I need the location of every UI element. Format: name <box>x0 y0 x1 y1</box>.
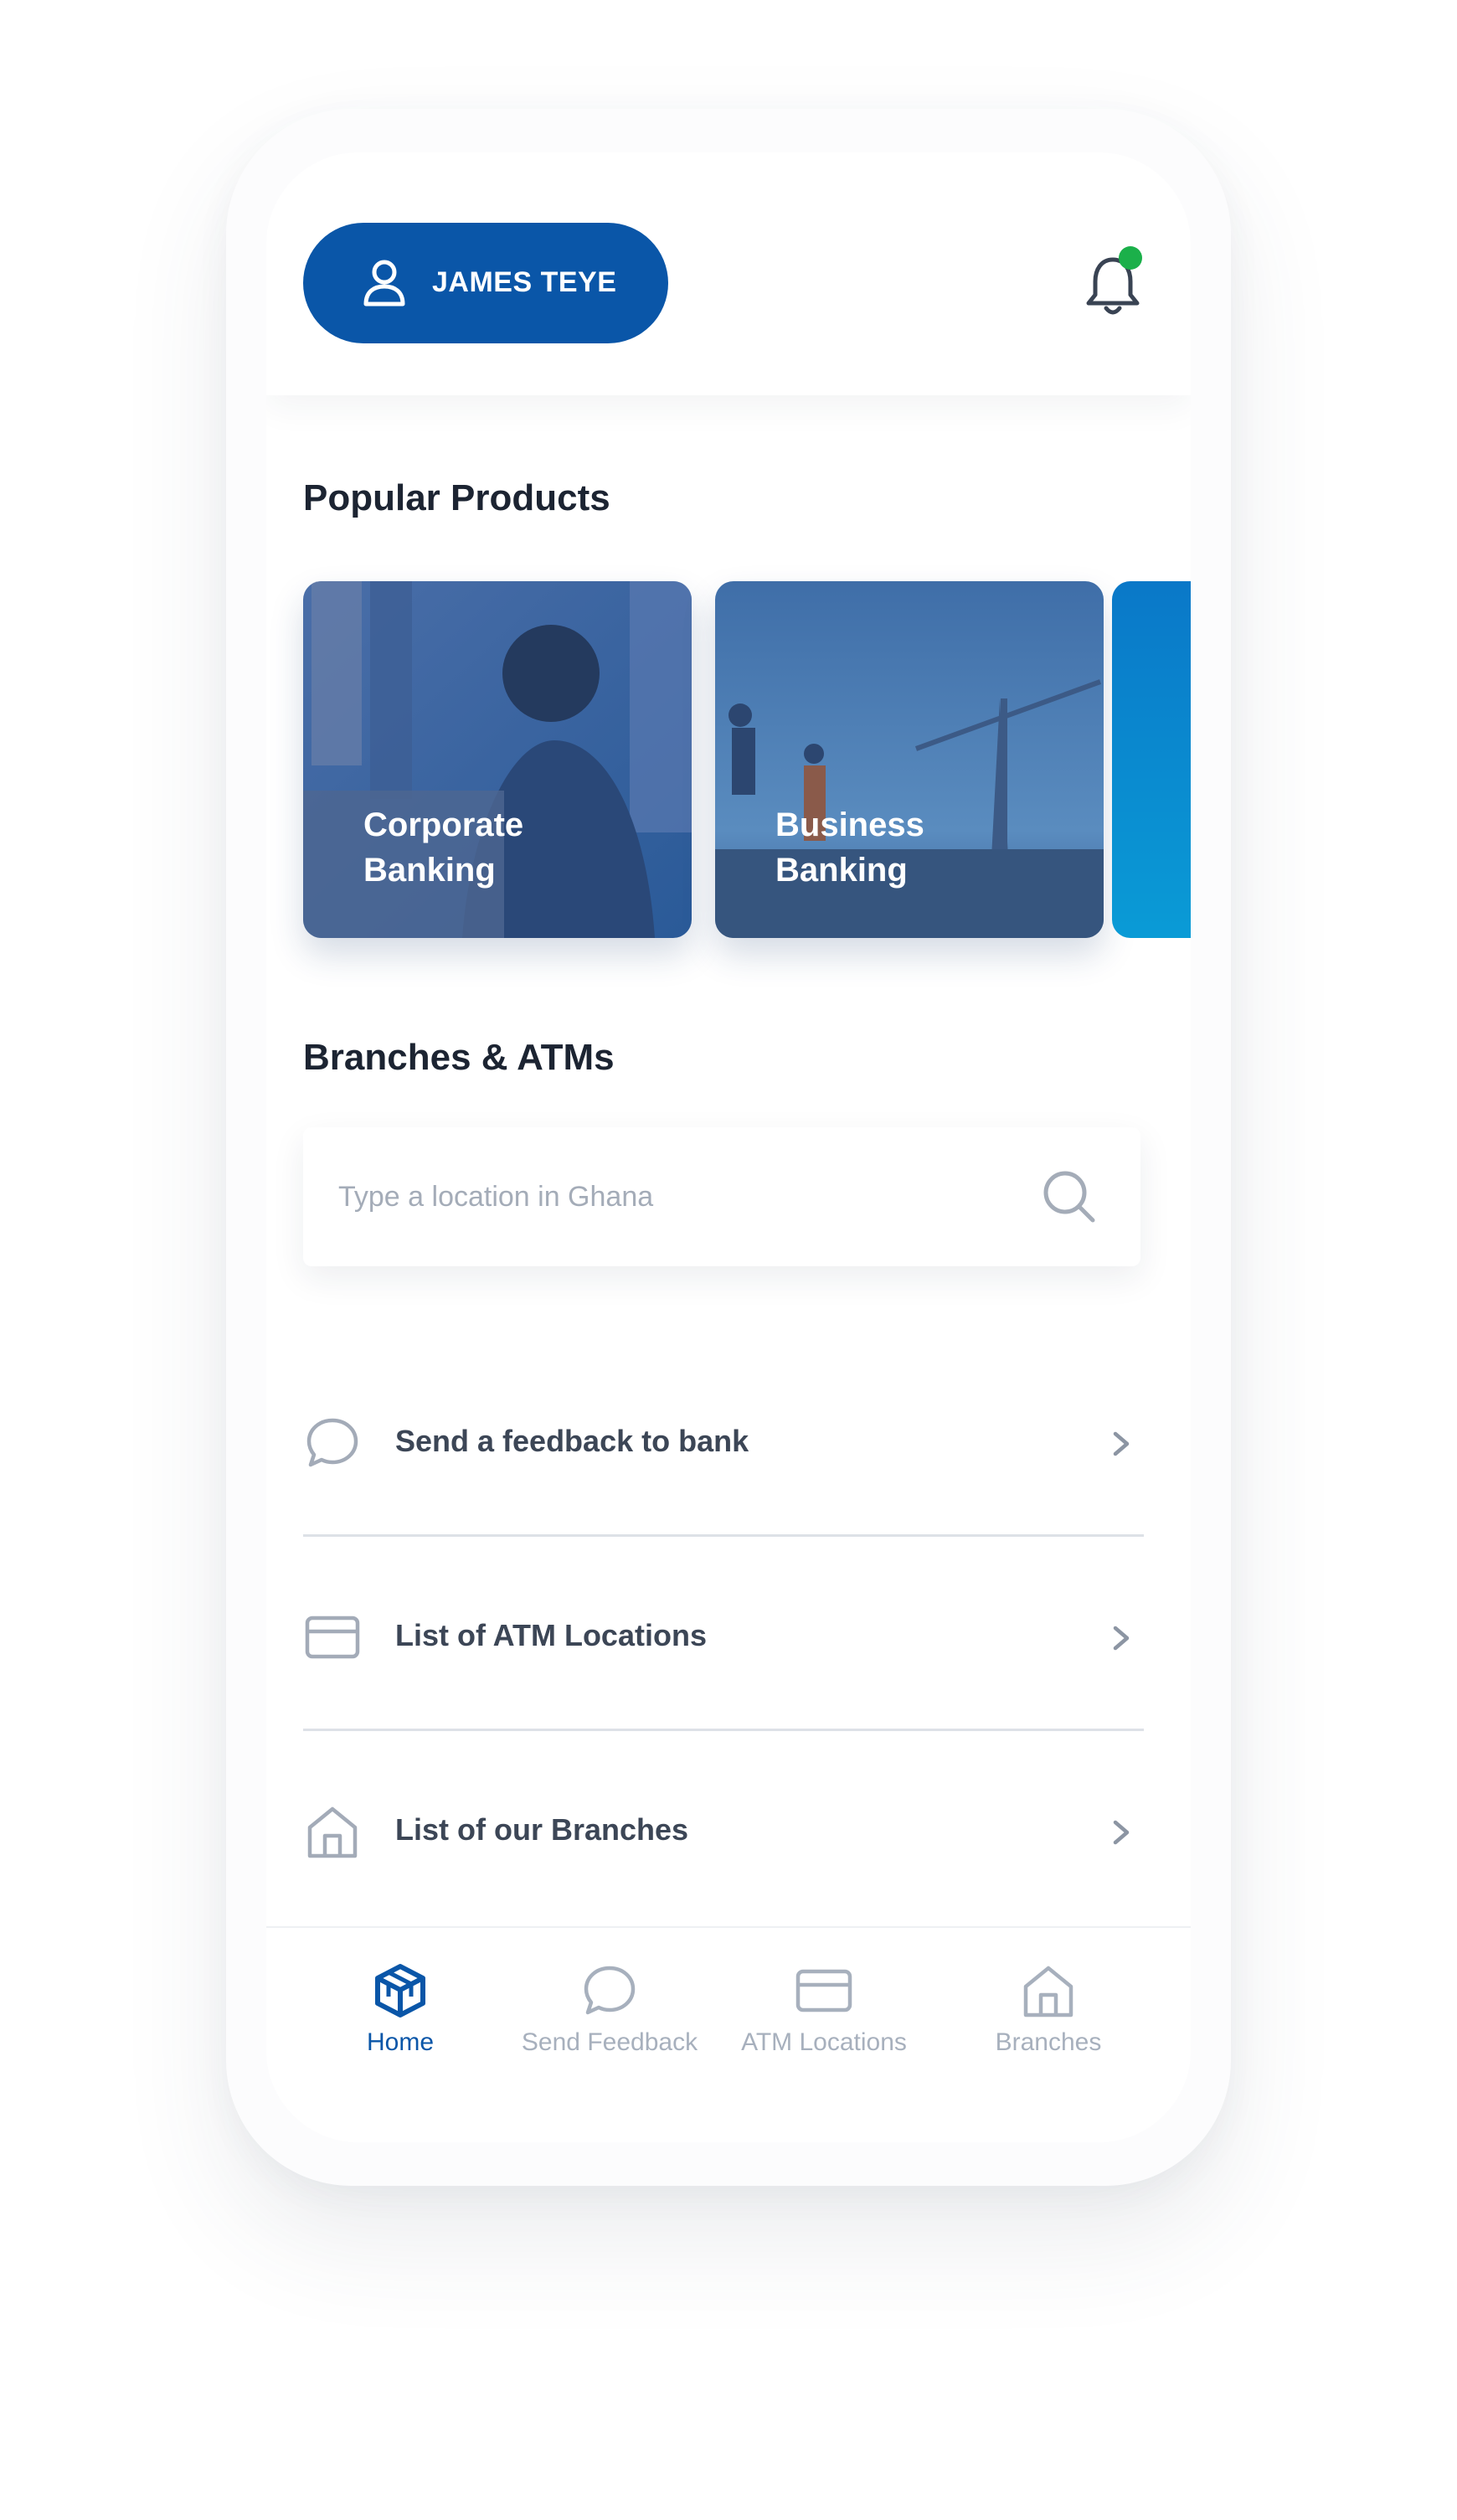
list-item-label: Send a feedback to bank <box>395 1424 749 1458</box>
card-icon <box>305 1616 360 1659</box>
cube-icon <box>375 1964 425 2018</box>
nav-label: Branches <box>995 2028 1102 2056</box>
chevron-right-icon <box>1113 1431 1130 1456</box>
popular-products-title: Popular Products <box>303 477 610 518</box>
app-header: JAMES TEYE <box>266 152 1191 395</box>
chat-bubble-icon <box>306 1418 358 1467</box>
notification-badge <box>1119 246 1142 270</box>
app-screen: JAMES TEYE Popular Products Corporate Ba… <box>266 152 1191 2142</box>
chevron-right-icon <box>1113 1626 1130 1651</box>
nav-branches[interactable]: Branches <box>948 1961 1149 2095</box>
search-icon[interactable] <box>1040 1167 1099 1226</box>
user-profile-button[interactable]: JAMES TEYE <box>303 223 668 343</box>
nav-label: Send Feedback <box>521 2028 698 2056</box>
product-card-corporate[interactable]: Corporate Banking <box>303 581 692 938</box>
house-icon <box>307 1806 358 1858</box>
location-search-input[interactable] <box>337 1169 1010 1224</box>
card-icon <box>795 1969 852 2012</box>
nav-send-feedback[interactable]: Send Feedback <box>509 1961 710 2095</box>
list-item-label: List of our Branches <box>395 1812 689 1847</box>
location-search <box>303 1127 1140 1266</box>
chevron-right-icon <box>1113 1820 1130 1845</box>
nav-label: ATM Locations <box>741 2028 907 2056</box>
list-item-send-feedback[interactable]: Send a feedback to bank <box>303 1342 1144 1536</box>
nav-atm-locations[interactable]: ATM Locations <box>723 1961 924 2095</box>
branches-atms-title: Branches & ATMs <box>303 1037 615 1078</box>
product-card-partial[interactable] <box>1112 581 1191 938</box>
nav-label: Home <box>366 2028 435 2056</box>
bottom-navigation: Home Send Feedback ATM Locations Branche… <box>266 1926 1191 2142</box>
chat-bubble-icon <box>584 1966 636 2015</box>
product-carousel: Corporate Banking Business Banking <box>303 581 1191 941</box>
list-item-branches[interactable]: List of our Branches <box>303 1730 1144 1925</box>
nav-home[interactable]: Home <box>300 1961 501 2095</box>
list-item-atm-locations[interactable]: List of ATM Locations <box>303 1536 1144 1730</box>
user-name: JAMES TEYE <box>432 266 617 298</box>
product-card-label: Corporate Banking <box>363 807 524 889</box>
list-item-label: List of ATM Locations <box>395 1618 707 1652</box>
product-card-business[interactable]: Business Banking <box>715 581 1104 938</box>
house-icon <box>1023 1966 1073 2018</box>
user-icon <box>363 260 405 307</box>
product-card-label: Business Banking <box>775 807 924 889</box>
